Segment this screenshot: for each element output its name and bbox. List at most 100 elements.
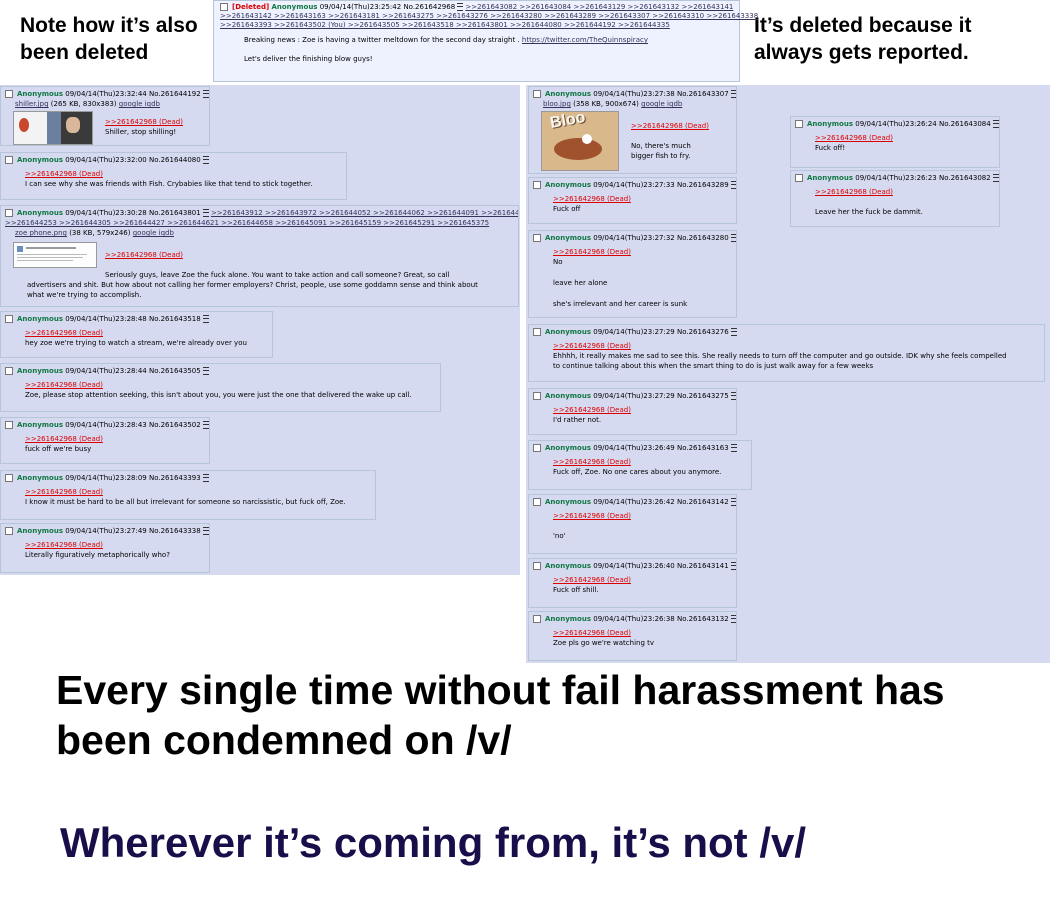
post-checkbox[interactable] <box>533 562 541 570</box>
post-number[interactable]: No.261643141 <box>677 562 729 570</box>
reply-post: Anonymous 09/04/14(Thu)23:27:38 No.26164… <box>528 86 737 174</box>
thumbnail-image[interactable] <box>13 111 93 145</box>
post-checkbox[interactable] <box>5 527 13 535</box>
quote-link[interactable]: >>261642968 (Dead) <box>815 187 995 197</box>
post-menu-icon[interactable] <box>202 315 209 323</box>
post-menu-icon[interactable] <box>730 90 736 98</box>
post-checkbox[interactable] <box>5 367 13 375</box>
image-search-links[interactable]: google iqdb <box>119 100 160 108</box>
post-text: I know it must be hard to be all but irr… <box>25 498 346 506</box>
post-number[interactable]: No.261642968 <box>403 3 455 11</box>
post-number[interactable]: No.261643132 <box>677 615 729 623</box>
op-backlinks-1[interactable]: >>261643082 >>261643084 >>261643129 >>26… <box>465 3 733 11</box>
quote-link[interactable]: >>261642968 (Dead) <box>553 341 1040 351</box>
post-checkbox[interactable] <box>533 498 541 506</box>
post-menu-icon[interactable] <box>730 498 736 506</box>
post-menu-icon[interactable] <box>730 234 736 242</box>
post-number[interactable]: No.261643275 <box>677 392 729 400</box>
post-number[interactable]: No.261643307 <box>677 90 729 98</box>
post-number[interactable]: No.261644192 <box>149 90 201 98</box>
post-number[interactable]: No.261643502 <box>149 421 201 429</box>
quote-link[interactable]: >>261642968 (Dead) <box>631 121 709 131</box>
backlinks[interactable]: >>261644253 >>261644305 >>261644427 >>26… <box>5 218 514 228</box>
post-menu-icon[interactable] <box>202 209 209 217</box>
quote-link[interactable]: >>261642968 (Dead) <box>105 117 205 127</box>
post-checkbox[interactable] <box>5 209 13 217</box>
post-text: Zoe pls go we're watching tv <box>553 639 655 647</box>
post-number[interactable]: No.261643801 <box>149 209 201 217</box>
poster-name: Anonymous <box>17 209 64 217</box>
post-checkbox[interactable] <box>795 174 803 182</box>
post-menu-icon[interactable] <box>730 444 737 452</box>
post-checkbox[interactable] <box>5 156 13 164</box>
thumbnail-image[interactable] <box>13 242 97 268</box>
post-number[interactable]: No.261643505 <box>149 367 201 375</box>
post-menu-icon[interactable] <box>457 3 464 11</box>
post-menu-icon[interactable] <box>730 181 736 189</box>
quote-link[interactable]: >>261642968 (Dead) <box>25 540 205 550</box>
post-number[interactable]: No.261643393 <box>149 474 201 482</box>
post-checkbox[interactable] <box>533 234 541 242</box>
post-menu-icon[interactable] <box>992 120 999 128</box>
op-backlinks-2[interactable]: >>261643142 >>261643163 >>261643181 >>26… <box>220 12 758 21</box>
quote-link[interactable]: >>261642968 (Dead) <box>25 487 371 497</box>
quote-link[interactable]: >>261642968 (Dead) <box>553 405 732 415</box>
op-backlinks-3[interactable]: >>261643393 >>261643502 (You) >>26164350… <box>220 21 733 30</box>
post-menu-icon[interactable] <box>730 562 736 570</box>
file-link[interactable]: bloo.jpg <box>543 100 571 108</box>
quote-link[interactable]: >>261642968 (Dead) <box>815 133 995 143</box>
post-number[interactable]: No.261643276 <box>677 328 729 336</box>
quote-link[interactable]: >>261642968 (Dead) <box>553 628 732 638</box>
quote-link[interactable]: >>261642968 (Dead) <box>25 380 436 390</box>
post-number[interactable]: No.261644080 <box>149 156 201 164</box>
post-menu-icon[interactable] <box>202 367 209 375</box>
post-checkbox[interactable] <box>533 181 541 189</box>
post-checkbox[interactable] <box>533 615 541 623</box>
post-menu-icon[interactable] <box>202 527 209 535</box>
quote-link[interactable]: >>261642968 (Dead) <box>553 247 732 257</box>
post-datetime: 09/04/14(Thu)23:28:43 <box>65 421 147 429</box>
quote-link[interactable]: >>261642968 (Dead) <box>553 457 747 467</box>
quote-link[interactable]: >>261642968 (Dead) <box>553 194 732 204</box>
post-checkbox[interactable] <box>5 474 13 482</box>
post-number[interactable]: No.261643518 <box>149 315 201 323</box>
quote-link[interactable]: >>261642968 (Dead) <box>553 575 732 585</box>
post-number[interactable]: No.261643082 <box>939 174 991 182</box>
file-link[interactable]: zoe phone.png <box>15 229 67 237</box>
post-number[interactable]: No.261643163 <box>677 444 729 452</box>
post-menu-icon[interactable] <box>202 90 209 98</box>
quote-link[interactable]: >>261642968 (Dead) <box>105 250 183 260</box>
post-menu-icon[interactable] <box>992 174 999 182</box>
post-checkbox[interactable] <box>533 444 541 452</box>
post-checkbox[interactable] <box>533 328 541 336</box>
reply-post: Anonymous 09/04/14(Thu)23:28:43 No.26164… <box>0 417 210 464</box>
post-checkbox[interactable] <box>5 421 13 429</box>
image-search-links[interactable]: google iqdb <box>641 100 682 108</box>
quote-link[interactable]: >>261642968 (Dead) <box>25 434 205 444</box>
post-number[interactable]: No.261643338 <box>149 527 201 535</box>
twitter-link[interactable]: https://twitter.com/TheQuinnspiracy <box>522 36 648 44</box>
file-link[interactable]: shiller.jpg <box>15 100 49 108</box>
post-menu-icon[interactable] <box>202 474 209 482</box>
thumbnail-image[interactable]: Bloo <box>541 109 619 171</box>
post-menu-icon[interactable] <box>730 392 736 400</box>
post-checkbox[interactable] <box>5 90 13 98</box>
post-checkbox[interactable] <box>5 315 13 323</box>
post-menu-icon[interactable] <box>730 615 736 623</box>
post-checkbox[interactable] <box>795 120 803 128</box>
op-checkbox[interactable] <box>220 3 228 11</box>
post-menu-icon[interactable] <box>730 328 737 336</box>
post-number[interactable]: No.261643280 <box>677 234 729 242</box>
post-number[interactable]: No.261643289 <box>677 181 729 189</box>
image-search-links[interactable]: google iqdb <box>133 229 174 237</box>
post-number[interactable]: No.261643142 <box>677 498 729 506</box>
quote-link[interactable]: >>261642968 (Dead) <box>25 328 268 338</box>
backlinks[interactable]: >>261643912 >>261643972 >>261644052 >>26… <box>211 209 518 217</box>
post-checkbox[interactable] <box>533 392 541 400</box>
post-menu-icon[interactable] <box>202 421 209 429</box>
post-number[interactable]: No.261643084 <box>939 120 991 128</box>
quote-link[interactable]: >>261642968 (Dead) <box>25 169 342 179</box>
quote-link[interactable]: >>261642968 (Dead) <box>553 511 732 521</box>
post-checkbox[interactable] <box>533 90 541 98</box>
post-menu-icon[interactable] <box>202 156 209 164</box>
